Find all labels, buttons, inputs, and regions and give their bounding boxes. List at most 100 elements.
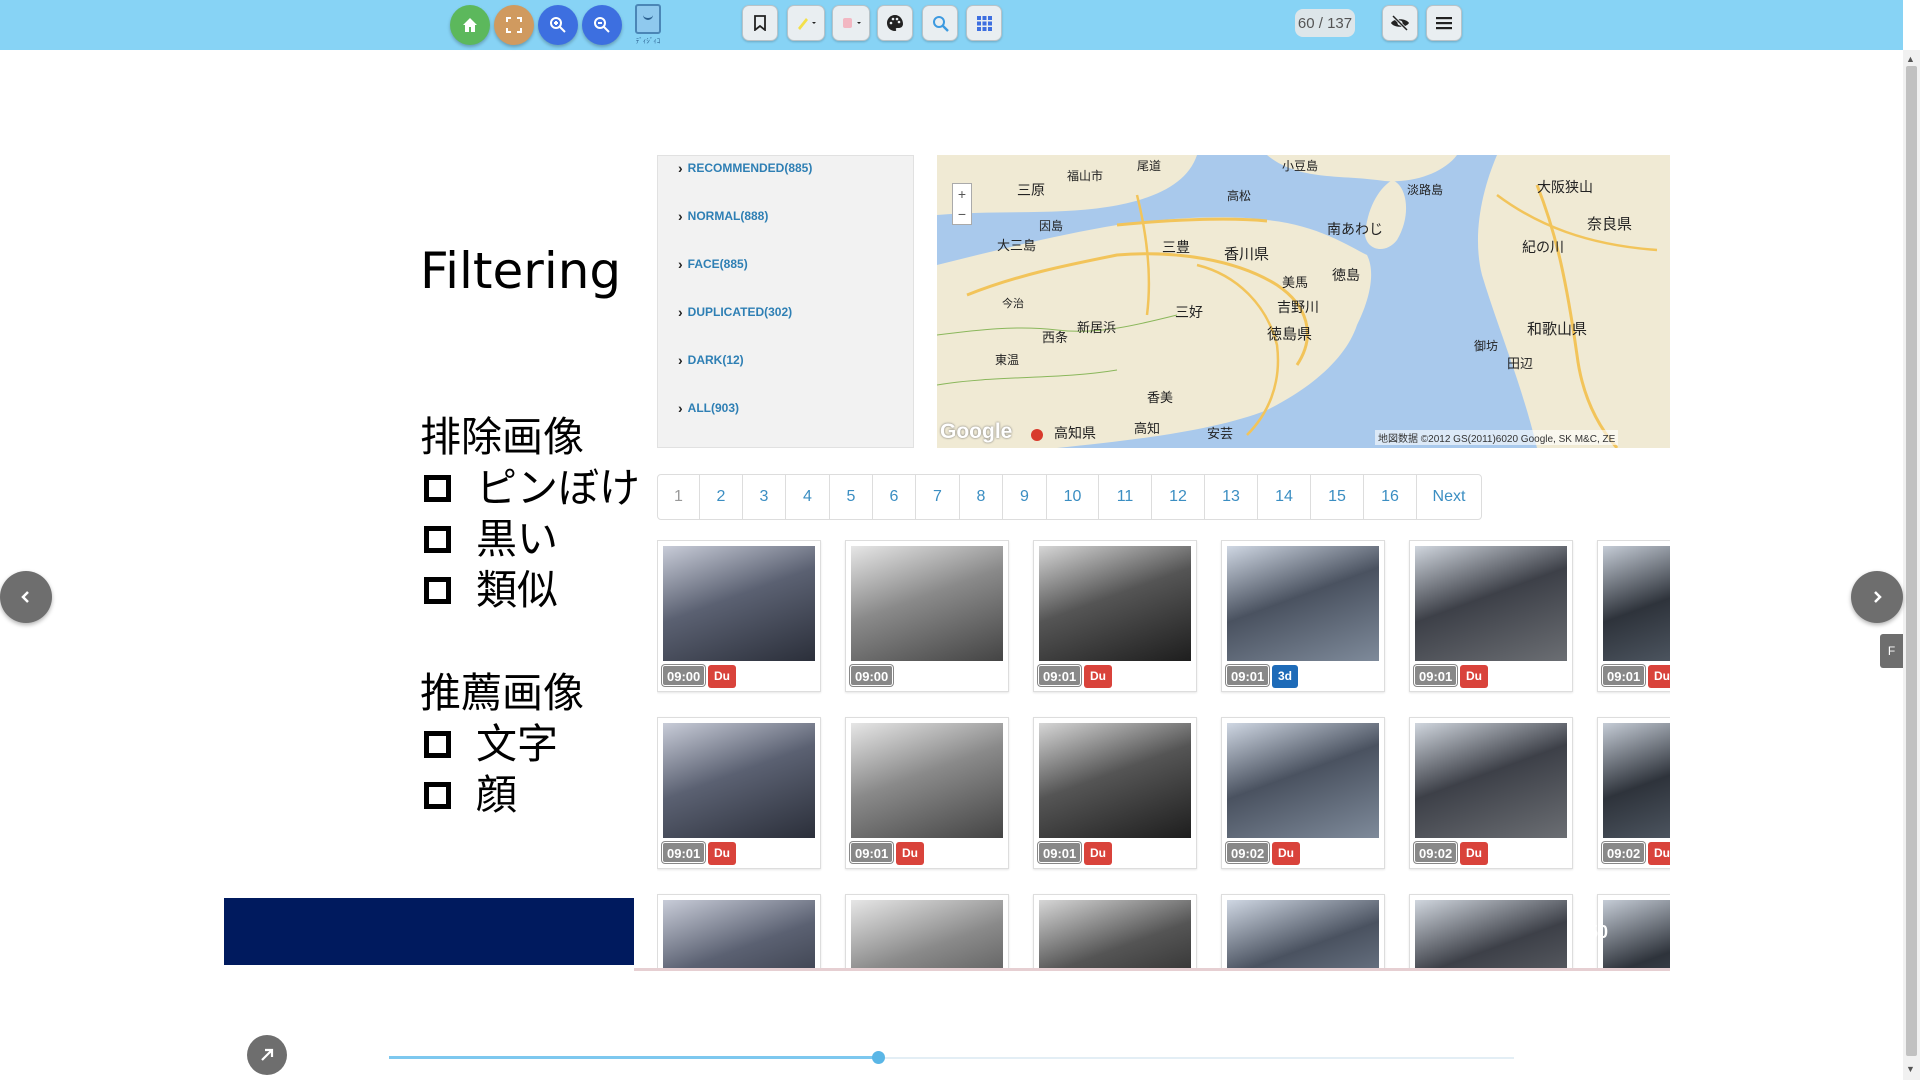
recommended-heading: 推薦画像 [420, 669, 584, 717]
filter-label: ALL(903) [687, 401, 740, 415]
filter-label: DARK(12) [687, 353, 744, 367]
photo-thumbnail[interactable]: 09:00 Du [657, 540, 821, 692]
photo-thumbnail[interactable]: 09:01 Du [1033, 540, 1197, 692]
bookmark-button[interactable] [742, 5, 778, 41]
filter-dark[interactable]: › DARK(12) [678, 352, 744, 368]
page-link[interactable]: 14 [1258, 475, 1311, 519]
chevron-right-icon [1874, 591, 1882, 603]
photo-thumbnail[interactable] [1033, 894, 1197, 970]
fullscreen-button[interactable] [494, 5, 534, 45]
menu-button[interactable] [1426, 5, 1462, 41]
map-view[interactable]: 三原 福山市 尾道 小豆島 淡路島 大阪狭山 奈良県 香川県 三豊 高松 南あわ… [937, 155, 1670, 448]
map-label: 小豆島 [1282, 159, 1319, 173]
previous-slide-button[interactable] [0, 571, 52, 623]
filter-recommended[interactable]: › RECOMMENDED(885) [678, 160, 812, 176]
map-label: 三原 [1017, 182, 1045, 198]
scroll-down-icon[interactable]: ▼ [1906, 1064, 1915, 1074]
eraser-button[interactable] [832, 5, 870, 41]
photo-thumbnail[interactable]: 09:01 Du [657, 717, 821, 869]
map-label: 今治 [1002, 298, 1024, 310]
filter-duplicated[interactable]: › DUPLICATED(302) [678, 304, 792, 320]
grid-view-button[interactable] [966, 5, 1002, 41]
page-link[interactable]: 12 [1152, 475, 1205, 519]
page-link[interactable]: 15 [1311, 475, 1364, 519]
thumbnail-tag: Du [1460, 842, 1488, 865]
photo-thumbnail[interactable]: 09:02 Du [1597, 717, 1670, 869]
photo-thumbnail[interactable]: 09:01 Du [1409, 540, 1573, 692]
map-zoom-in-button[interactable]: + [958, 186, 966, 202]
app-logo[interactable]: ﾃﾞｨｼﾞｨｺ [630, 4, 666, 48]
google-logo: Google [940, 420, 1013, 443]
thumbnail-tag: Du [1272, 842, 1300, 865]
filter-face[interactable]: › FACE(885) [678, 256, 748, 272]
page-link[interactable]: 7 [916, 475, 960, 519]
zoom-out-button[interactable] [582, 5, 622, 45]
map-label: 福山市 [1067, 169, 1104, 183]
thumbnail-tag: Du [708, 665, 736, 688]
home-button[interactable] [450, 5, 490, 45]
thumbnail-image [663, 723, 815, 838]
page-link[interactable]: 4 [786, 475, 830, 519]
eye-slash-icon [1391, 15, 1409, 31]
page-link[interactable]: 3 [743, 475, 786, 519]
filter-label: FACE(885) [687, 257, 748, 271]
thumbnail-time: 09:02 [1414, 842, 1458, 863]
side-panel-tab[interactable]: F [1880, 634, 1903, 668]
scrollbar-thumb[interactable] [1906, 66, 1917, 1056]
photo-thumbnail[interactable] [1221, 894, 1385, 970]
zoom-in-button[interactable] [538, 5, 578, 45]
excluded-item-label: ピンぼけ [476, 464, 640, 512]
photo-thumbnail[interactable]: 09:01 3d [1221, 540, 1385, 692]
page-link[interactable]: 16 [1364, 475, 1417, 519]
page-link[interactable]: 13 [1205, 475, 1258, 519]
thumbnail-time: 09:01 [1414, 665, 1458, 686]
page-link[interactable]: 2 [700, 475, 743, 519]
page-link[interactable]: 1 [658, 475, 700, 519]
pagination: 1 2 3 4 5 6 7 8 9 10 11 12 13 14 15 16 N… [657, 474, 1482, 520]
recommended-item-label: 文字 [476, 720, 558, 768]
map-zoom-out-button[interactable]: − [958, 206, 966, 222]
map-label: 奈良県 [1587, 216, 1633, 233]
photo-thumbnail[interactable]: 09:01 Du [1033, 717, 1197, 869]
photo-thumbnail[interactable] [845, 894, 1009, 970]
photo-thumbnail[interactable] [1409, 894, 1573, 970]
thumbnail-time: 09:01 [1226, 665, 1270, 686]
slide-progress-knob[interactable] [872, 1051, 886, 1064]
map-label: 南あわじ [1327, 221, 1383, 237]
page-link[interactable]: 5 [830, 475, 873, 519]
thumbnail-tag: Du [1648, 842, 1670, 865]
share-button[interactable] [247, 1035, 287, 1075]
palette-button[interactable] [877, 5, 913, 41]
search-button[interactable] [922, 5, 958, 41]
next-slide-button[interactable] [1851, 571, 1903, 623]
page-link[interactable]: 11 [1099, 475, 1152, 519]
page-link[interactable]: 6 [873, 475, 916, 519]
highlighter-button[interactable] [787, 5, 825, 41]
chevron-right-icon: › [678, 400, 683, 416]
map-zoom-control[interactable]: + − [952, 183, 972, 225]
thumbnail-image [1415, 900, 1567, 970]
thumbnail-time: 09:01 [1602, 665, 1646, 686]
photo-thumbnail[interactable]: 09:00 [845, 540, 1009, 692]
photo-thumbnail[interactable]: 09:01 Du [845, 717, 1009, 869]
map-label: 高松 [1227, 189, 1252, 203]
photo-thumbnail[interactable] [657, 894, 821, 970]
map-label: 香川県 [1224, 246, 1270, 263]
excluded-item-label: 黒い [476, 515, 558, 563]
photo-thumbnail[interactable]: 09:01 Du [1597, 540, 1670, 692]
thumbnail-time: 09:01 [850, 842, 894, 863]
photo-thumbnail[interactable]: 09:02 Du [1221, 717, 1385, 869]
recommended-item: 文字 [420, 719, 584, 770]
page-link[interactable]: 10 [1047, 475, 1099, 519]
hide-annotations-button[interactable] [1382, 5, 1418, 41]
filter-all[interactable]: › ALL(903) [678, 400, 739, 416]
excluded-section: 排除画像 ピンぼけ 黒い 類似 [420, 412, 640, 616]
map-copyright: 地図数据 ©2012 GS(2011)6020 Google, SK M&C, … [1375, 430, 1619, 445]
thumbnail-time: 09:00 [662, 665, 706, 686]
page-link[interactable]: 8 [960, 475, 1003, 519]
next-page-link[interactable]: Next [1417, 475, 1481, 519]
filter-normal[interactable]: › NORMAL(888) [678, 208, 768, 224]
page-link[interactable]: 9 [1003, 475, 1047, 519]
photo-thumbnail[interactable]: 09:02 Du [1409, 717, 1573, 869]
scroll-up-icon[interactable]: ▲ [1906, 54, 1915, 64]
